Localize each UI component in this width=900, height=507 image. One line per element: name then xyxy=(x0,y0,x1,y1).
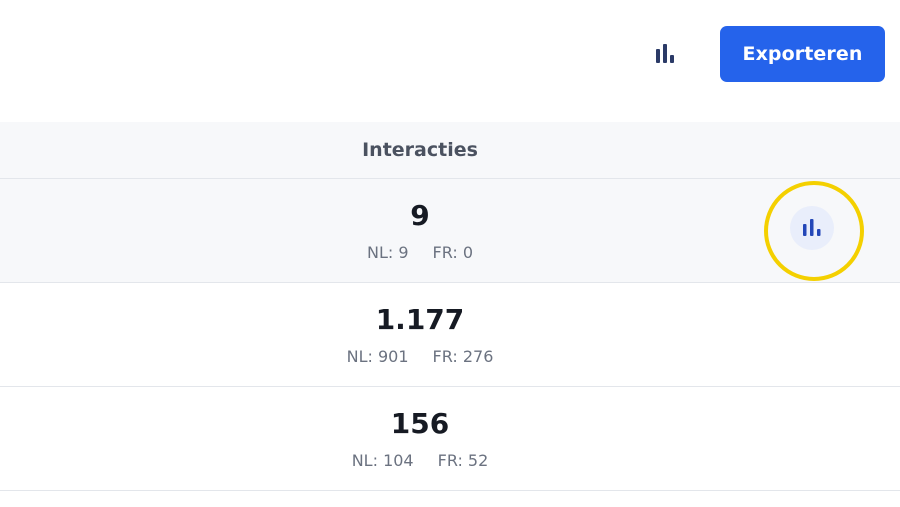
interactions-cell: 1.177 NL: 901 FR: 276 xyxy=(0,283,840,386)
chart-view-toggle[interactable] xyxy=(648,36,684,72)
interactions-cell: 156 NL: 104 FR: 52 xyxy=(0,387,840,490)
fr-count: FR: 276 xyxy=(432,347,494,366)
column-header-interacties: Interacties xyxy=(362,139,478,161)
language-breakdown: NL: 901 FR: 276 xyxy=(347,347,494,366)
table-row: 9 NL: 9 FR: 0 xyxy=(0,179,900,283)
bar-chart-icon xyxy=(803,219,821,236)
interactions-total: 156 xyxy=(390,407,450,440)
table-header: Interacties xyxy=(0,122,900,179)
bar-chart-icon xyxy=(656,44,674,63)
export-button[interactable]: Exporteren xyxy=(720,26,885,82)
row-chart-button[interactable] xyxy=(790,206,834,250)
table-row: 1.177 NL: 901 FR: 276 xyxy=(0,283,900,387)
nl-count: NL: 901 xyxy=(346,347,409,366)
table-row: 156 NL: 104 FR: 52 xyxy=(0,387,900,491)
page: Exporteren Interacties 9 NL: 9 FR: 0 1.1… xyxy=(0,0,900,507)
nl-count: NL: 9 xyxy=(366,243,409,262)
fr-count: FR: 0 xyxy=(432,243,474,262)
interactions-total: 1.177 xyxy=(375,303,465,336)
toolbar: Exporteren xyxy=(0,0,900,110)
interactions-table: Interacties 9 NL: 9 FR: 0 1.177 NL: 901 … xyxy=(0,122,900,491)
nl-count: NL: 104 xyxy=(351,451,414,470)
interactions-cell: 9 NL: 9 FR: 0 xyxy=(0,179,840,282)
language-breakdown: NL: 9 FR: 0 xyxy=(367,243,473,262)
language-breakdown: NL: 104 FR: 52 xyxy=(352,451,489,470)
fr-count: FR: 52 xyxy=(437,451,489,470)
interactions-total: 9 xyxy=(410,199,430,232)
